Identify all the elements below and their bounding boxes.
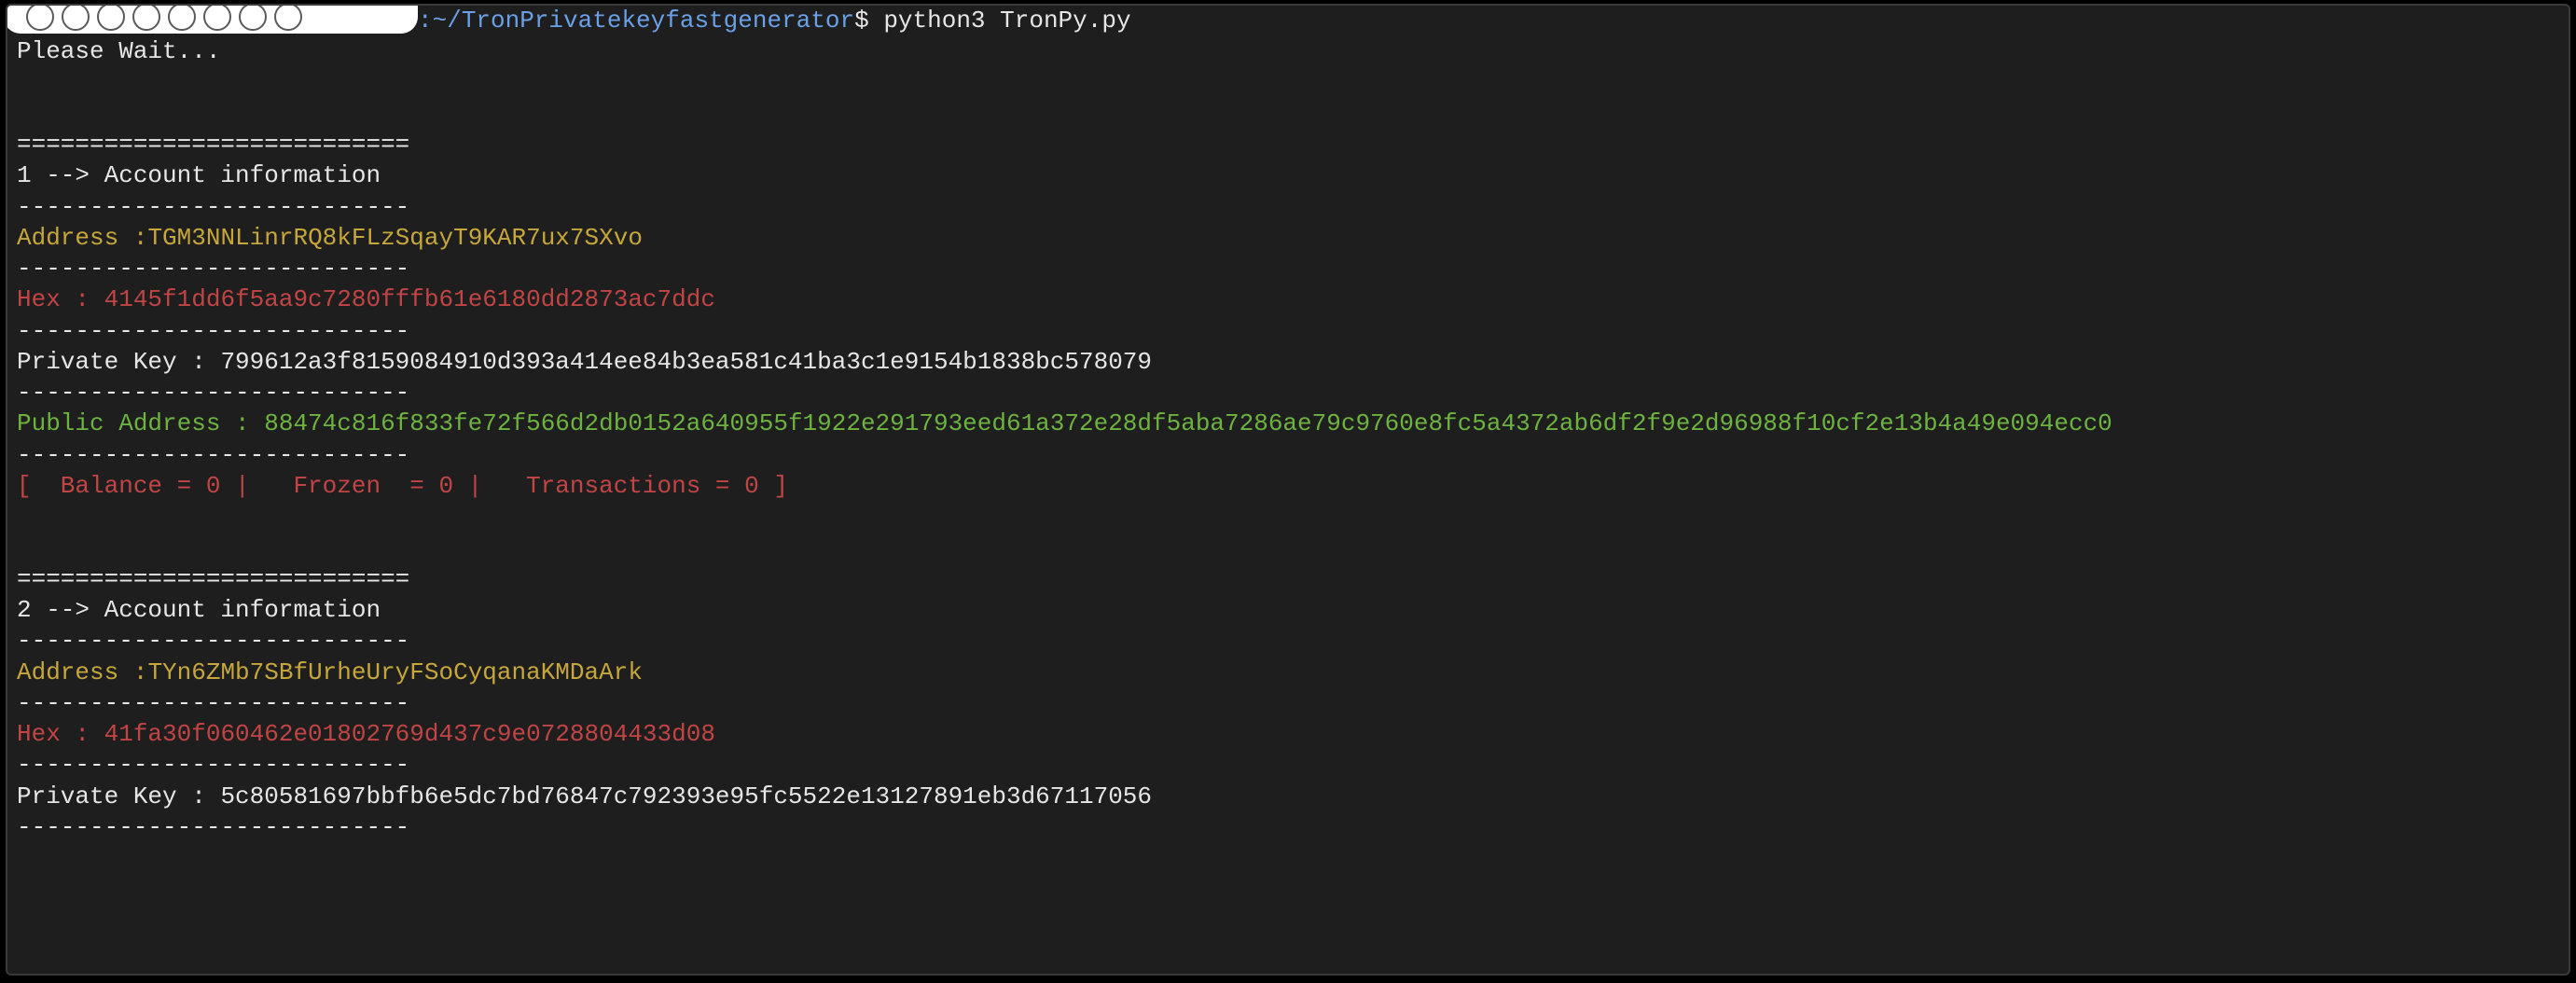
- separator-single: ---------------------------: [17, 689, 409, 717]
- separator-single: ---------------------------: [17, 255, 409, 283]
- tab-circle-icon: [203, 4, 231, 31]
- private-key-value: 5c80581697bbfb6e5dc7bd76847c792393e95fc5…: [220, 782, 1152, 810]
- hex-label: Hex :: [17, 720, 104, 748]
- private-key-label: Private Key :: [17, 348, 220, 376]
- terminal-viewport[interactable]: :~/TronPrivatekeyfastgenerator$ python3 …: [6, 4, 2570, 976]
- separator-double: ===========================: [17, 565, 409, 593]
- prompt-sep: :: [418, 7, 433, 35]
- terminal-output[interactable]: :~/TronPrivatekeyfastgenerator$ python3 …: [17, 6, 2559, 843]
- private-key-label: Private Key :: [17, 782, 220, 810]
- separator-single: ---------------------------: [17, 193, 409, 221]
- prompt-dollar: $: [854, 7, 869, 35]
- separator-single: ---------------------------: [17, 379, 409, 407]
- hex-value: 41fa30f060462e01802769d437c9e0728804433d…: [104, 720, 715, 748]
- prompt-path: ~/TronPrivatekeyfastgenerator: [433, 7, 854, 35]
- terminal-window: :~/TronPrivatekeyfastgenerator$ python3 …: [0, 4, 2576, 983]
- tab-circle-icon: [97, 4, 125, 31]
- address-value: TYn6ZMb7SBfUrheUryFSoCyqanaKMDaArk: [147, 658, 643, 686]
- separator-single: ---------------------------: [17, 813, 409, 841]
- separator-double: ===========================: [17, 131, 409, 159]
- address-label: Address :: [17, 224, 147, 252]
- tab-circle-icon: [62, 4, 90, 31]
- address-value: TGM3NNLinrRQ8kFLzSqayT9KAR7ux7SXvo: [147, 224, 643, 252]
- private-key-value: 799612a3f8159084910d393a414ee84b3ea581c4…: [220, 348, 1152, 376]
- command-text: python3 TronPy.py: [883, 7, 1130, 35]
- account-header: 2 --> Account information: [17, 596, 381, 624]
- separator-single: ---------------------------: [17, 441, 409, 469]
- address-label: Address :: [17, 658, 147, 686]
- separator-single: ---------------------------: [17, 317, 409, 345]
- account-stats: [ Balance = 0 | Frozen = 0 | Transaction…: [17, 472, 788, 500]
- public-address-value: 88474c816f833fe72f566d2db0152a640955f192…: [264, 409, 2112, 437]
- window-tabs-region: [6, 4, 418, 34]
- tab-circle-icon: [168, 4, 196, 31]
- hex-value: 4145f1dd6f5aa9c7280fffb61e6180dd2873ac7d…: [104, 285, 715, 313]
- tab-circle-icon: [274, 4, 302, 31]
- public-address-label: Public Address :: [17, 409, 264, 437]
- tab-circle-icon: [132, 4, 160, 31]
- hex-label: Hex :: [17, 285, 104, 313]
- please-wait-text: Please Wait...: [17, 37, 220, 65]
- account-header: 1 --> Account information: [17, 161, 381, 189]
- separator-single: ---------------------------: [17, 627, 409, 655]
- tab-circle-icon: [26, 4, 54, 31]
- separator-single: ---------------------------: [17, 751, 409, 779]
- tab-circle-icon: [239, 4, 267, 31]
